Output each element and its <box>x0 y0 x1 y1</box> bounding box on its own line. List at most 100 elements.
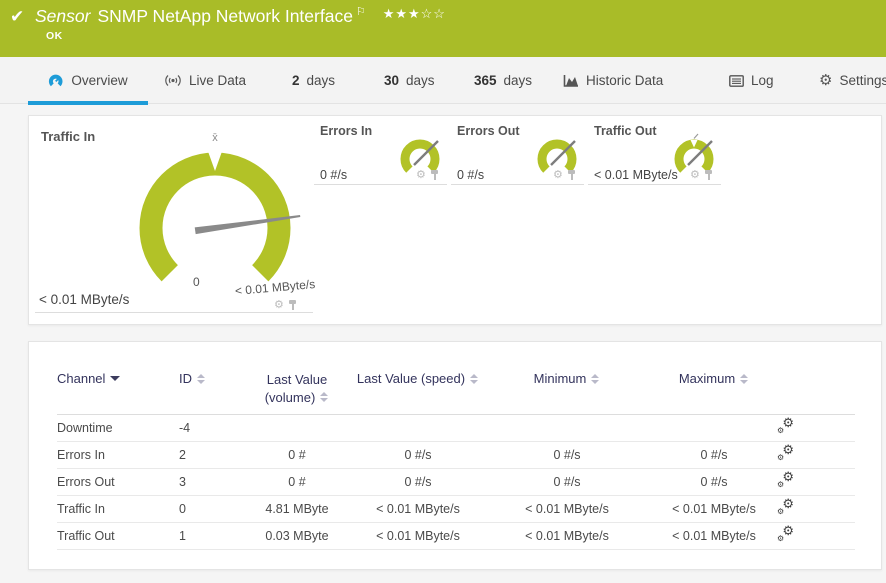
cell-channel[interactable]: Traffic In <box>57 496 179 523</box>
table-row[interactable]: Traffic Out 1 0.03 MByte < 0.01 MByte/s … <box>57 523 855 550</box>
cell-min: 0 #/s <box>483 469 651 496</box>
tab-30-days[interactable]: 30 days <box>384 57 435 104</box>
channel-settings-gear-icon[interactable]: ⚙ <box>553 170 563 181</box>
tab-label: Overview <box>71 73 127 88</box>
tab-log[interactable]: Log <box>729 57 774 104</box>
cell-channel[interactable]: Traffic Out <box>57 523 179 550</box>
column-header-maximum[interactable]: Maximum <box>651 369 777 415</box>
cell-min: 0 #/s <box>483 442 651 469</box>
cell-volume: 0 # <box>241 442 353 469</box>
gauge-title: Errors Out <box>457 124 520 138</box>
tab-overview[interactable]: Overview <box>28 57 148 104</box>
column-header-tools <box>777 369 855 415</box>
live-data-icon <box>164 73 182 88</box>
channel-settings-gears-icon[interactable]: ⚙⚙ <box>777 527 794 542</box>
gauges-panel: Traffic In x̄ 0 < 0.01 MByte/s < 0.01 MB… <box>28 115 882 325</box>
tab-settings[interactable]: ⚙ Settings <box>819 57 886 104</box>
tab-365-days[interactable]: 365 days <box>474 57 532 104</box>
channel-settings-gears-icon[interactable]: ⚙⚙ <box>777 419 794 434</box>
cell-id: 3 <box>179 469 241 496</box>
table-row[interactable]: Errors Out 3 0 # 0 #/s 0 #/s 0 #/s ⚙⚙ <box>57 469 855 496</box>
cell-channel[interactable]: Errors Out <box>57 469 179 496</box>
gauge-block-errors-out: Errors Out 0 #/s ⚙ <box>451 124 584 184</box>
gauge-min-label: 0 <box>193 275 200 289</box>
column-header-last-value-volume[interactable]: Last Value (volume) <box>241 369 353 415</box>
table-row[interactable]: Traffic In 0 4.81 MByte < 0.01 MByte/s <… <box>57 496 855 523</box>
cell-id: 1 <box>179 523 241 550</box>
average-tick <box>694 134 698 139</box>
channel-settings-gears-icon[interactable]: ⚙⚙ <box>777 473 794 488</box>
channel-settings-gears-icon[interactable]: ⚙⚙ <box>777 500 794 515</box>
tab-label: Log <box>751 73 774 88</box>
table-row[interactable]: Downtime -4 ⚙⚙ <box>57 415 855 442</box>
channel-settings-gear-icon[interactable]: ⚙ <box>274 300 284 311</box>
channel-settings-gear-icon[interactable]: ⚙ <box>690 170 700 181</box>
sensor-header: ✔ Sensor SNMP NetApp Network Interface ⚐ ★… <box>0 0 886 57</box>
cell-volume: 0 # <box>241 469 353 496</box>
gauge-current-value: 0 #/s <box>457 168 484 182</box>
priority-stars[interactable]: ★★★☆☆ <box>383 6 446 21</box>
column-header-minimum[interactable]: Minimum <box>483 369 651 415</box>
cell-max: < 0.01 MByte/s <box>651 523 777 550</box>
cell-id: -4 <box>179 415 241 442</box>
object-kind-label: Sensor <box>35 6 90 26</box>
priority-flag-icon[interactable]: ⚐ <box>356 6 366 18</box>
cell-volume: 0.03 MByte <box>241 523 353 550</box>
table-header-row: Channel ID Last Value (volume) Last Valu… <box>57 369 855 415</box>
channel-settings-gear-icon[interactable]: ⚙ <box>416 170 426 181</box>
tab-label: Historic Data <box>586 73 663 88</box>
gauge-current-value: 0 #/s <box>320 168 347 182</box>
log-list-icon <box>729 75 744 87</box>
cell-min <box>483 415 651 442</box>
tab-label: days <box>406 73 435 88</box>
cell-min: < 0.01 MByte/s <box>483 523 651 550</box>
cell-volume <box>241 415 353 442</box>
traffic-in-gauge: x̄ <box>115 124 315 296</box>
sensor-title-line: Sensor SNMP NetApp Network Interface ⚐ ★★★… <box>35 5 446 27</box>
table-row[interactable]: Errors In 2 0 # 0 #/s 0 #/s 0 #/s ⚙⚙ <box>57 442 855 469</box>
cell-speed: < 0.01 MByte/s <box>353 523 483 550</box>
channel-settings-gears-icon[interactable]: ⚙⚙ <box>777 446 794 461</box>
sort-icon <box>197 374 206 384</box>
pin-icon[interactable] <box>288 300 297 311</box>
sort-icon <box>320 392 329 402</box>
cell-id: 2 <box>179 442 241 469</box>
average-marker-label: x̄ <box>212 132 218 144</box>
cell-max: 0 #/s <box>651 442 777 469</box>
cell-channel[interactable]: Errors In <box>57 442 179 469</box>
cell-volume: 4.81 MByte <box>241 496 353 523</box>
divider <box>35 312 313 313</box>
sort-icon <box>470 374 479 384</box>
gear-icon: ⚙ <box>819 73 832 88</box>
pin-icon[interactable] <box>567 170 576 181</box>
gauge-block-errors-in: Errors In 0 #/s ⚙ <box>314 124 447 184</box>
column-header-id[interactable]: ID <box>179 369 241 415</box>
cell-id: 0 <box>179 496 241 523</box>
cell-max: 0 #/s <box>651 469 777 496</box>
gauge-current-value: < 0.01 MByte/s <box>594 168 678 182</box>
cell-speed <box>353 415 483 442</box>
area-chart-icon <box>563 74 579 88</box>
pin-icon[interactable] <box>704 170 713 181</box>
gauge-block-traffic-in: Traffic In x̄ 0 < 0.01 MByte/s < 0.01 MB… <box>29 116 319 316</box>
cell-max <box>651 415 777 442</box>
page-title: SNMP NetApp Network Interface <box>97 6 352 26</box>
gauge-title: Traffic In <box>41 129 95 144</box>
cell-max: < 0.01 MByte/s <box>651 496 777 523</box>
pin-icon[interactable] <box>430 170 439 181</box>
column-header-last-value-speed[interactable]: Last Value (speed) <box>353 369 483 415</box>
sort-icon <box>740 374 749 384</box>
status-badge: OK <box>46 30 63 42</box>
status-ok-check-icon: ✔ <box>10 7 24 27</box>
sort-icon <box>591 374 600 384</box>
tab-historic-data[interactable]: Historic Data <box>563 57 663 104</box>
gauge-current-value: < 0.01 MByte/s <box>39 292 129 307</box>
tab-2-days[interactable]: 2 days <box>292 57 335 104</box>
gauge-title: Traffic Out <box>594 124 657 138</box>
tab-label: days <box>504 73 533 88</box>
tab-label: Settings <box>839 73 886 88</box>
cell-channel[interactable]: Downtime <box>57 415 179 442</box>
column-header-channel[interactable]: Channel <box>57 369 179 415</box>
cell-min: < 0.01 MByte/s <box>483 496 651 523</box>
tab-live-data[interactable]: Live Data <box>164 57 246 104</box>
